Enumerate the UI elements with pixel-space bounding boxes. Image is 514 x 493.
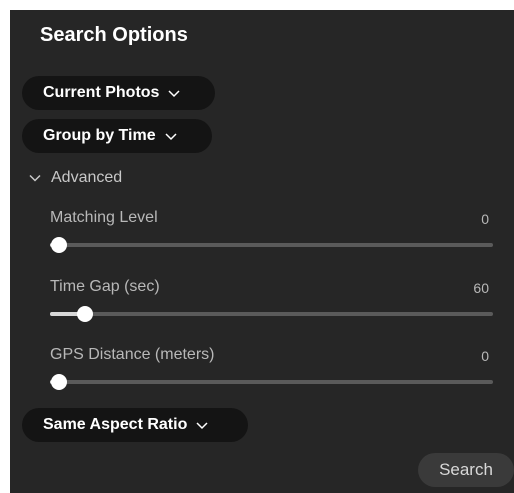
chevron-down-icon (29, 174, 41, 182)
search-button[interactable]: Search (418, 453, 514, 487)
group-by-time-dropdown[interactable]: Group by Time (22, 119, 212, 153)
chevron-down-icon (164, 131, 178, 141)
time-gap-value: 60 (473, 280, 489, 296)
group-by-time-label: Group by Time (43, 127, 156, 144)
matching-level-label: Matching Level (50, 209, 158, 226)
time-gap-label: Time Gap (sec) (50, 278, 160, 295)
matching-level-slider[interactable] (50, 237, 493, 253)
gps-distance-slider[interactable] (50, 374, 493, 390)
slider-thumb[interactable] (76, 306, 93, 322)
current-photos-dropdown[interactable]: Current Photos (22, 76, 215, 110)
search-button-label: Search (439, 460, 493, 479)
search-options-panel: Search Options Current Photos Group by T… (10, 10, 514, 493)
same-aspect-ratio-dropdown[interactable]: Same Aspect Ratio (22, 408, 248, 442)
gps-distance-value: 0 (481, 348, 489, 364)
chevron-down-icon (195, 420, 209, 430)
advanced-toggle[interactable]: Advanced (29, 167, 122, 189)
matching-level-value: 0 (481, 211, 489, 227)
slider-thumb[interactable] (51, 237, 67, 253)
time-gap-slider[interactable] (50, 306, 493, 322)
advanced-label: Advanced (51, 169, 123, 186)
gps-distance-label: GPS Distance (meters) (50, 346, 215, 363)
same-aspect-ratio-label: Same Aspect Ratio (43, 416, 188, 433)
panel-title: Search Options (40, 24, 188, 46)
slider-thumb[interactable] (51, 374, 67, 390)
chevron-down-icon (167, 88, 181, 98)
current-photos-label: Current Photos (43, 84, 160, 101)
